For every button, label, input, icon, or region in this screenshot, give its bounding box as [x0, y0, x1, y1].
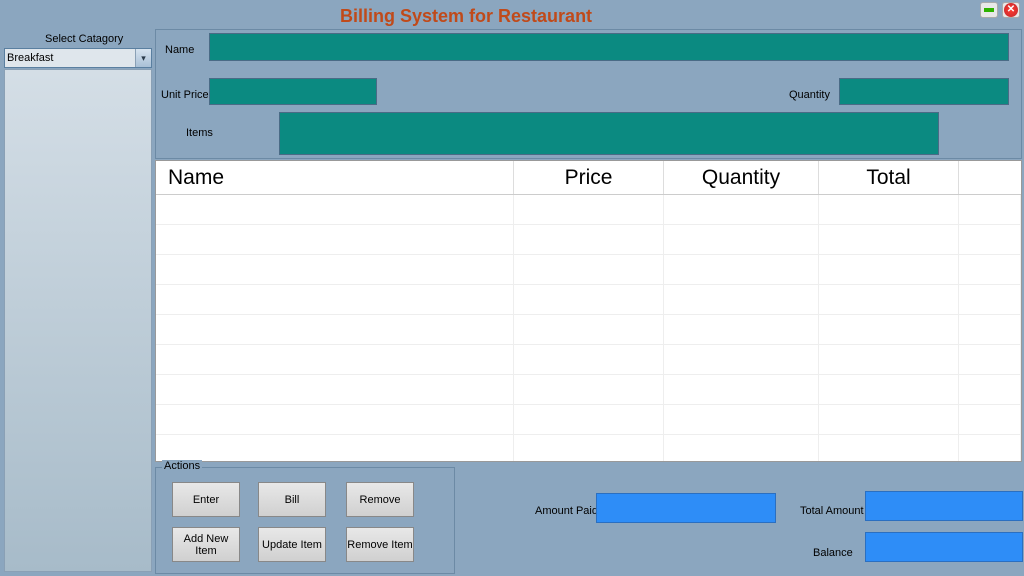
table-row[interactable]: [156, 315, 1021, 345]
column-header-price: Price: [514, 161, 664, 194]
bill-button[interactable]: Bill: [258, 482, 326, 517]
table-row[interactable]: [156, 375, 1021, 405]
actions-group: Actions Enter Bill Remove Add New Item U…: [155, 467, 455, 574]
unit-price-label: Unit Price: [161, 89, 209, 101]
name-field[interactable]: [209, 33, 1009, 61]
quantity-label: Quantity: [789, 89, 830, 101]
add-new-item-button[interactable]: Add New Item: [172, 527, 240, 562]
table-row[interactable]: [156, 345, 1021, 375]
balance-label: Balance: [813, 547, 853, 559]
column-header-name: Name: [156, 161, 514, 194]
unit-price-field[interactable]: [209, 78, 377, 105]
items-field[interactable]: [279, 112, 939, 155]
grid-header: Name Price Quantity Total: [156, 161, 1021, 195]
items-list-panel[interactable]: [4, 69, 152, 572]
total-amount-label: Total Amount: [800, 505, 864, 517]
select-category-label: Select Catagory: [45, 33, 123, 45]
enter-button[interactable]: Enter: [172, 482, 240, 517]
remove-button[interactable]: Remove: [346, 482, 414, 517]
item-form: Name Unit Price Quantity Items: [155, 29, 1022, 159]
name-label: Name: [165, 44, 194, 56]
close-icon: ✕: [1004, 3, 1018, 17]
minimize-icon: [984, 8, 994, 12]
table-row[interactable]: [156, 285, 1021, 315]
total-amount-field[interactable]: [865, 491, 1023, 521]
close-button[interactable]: ✕: [1002, 2, 1020, 18]
window-controls: ✕: [980, 2, 1020, 18]
table-row[interactable]: [156, 435, 1021, 462]
table-row[interactable]: [156, 195, 1021, 225]
category-select[interactable]: Breakfast ▾: [4, 48, 152, 68]
page-title: Billing System for Restaurant: [340, 6, 592, 27]
balance-field[interactable]: [865, 532, 1023, 562]
table-row[interactable]: [156, 225, 1021, 255]
category-selected-value: Breakfast: [7, 52, 53, 64]
table-row[interactable]: [156, 255, 1021, 285]
table-row[interactable]: [156, 405, 1021, 435]
column-header-total: Total: [819, 161, 959, 194]
bill-grid[interactable]: Name Price Quantity Total: [155, 160, 1022, 462]
actions-legend: Actions: [162, 460, 202, 472]
remove-item-button[interactable]: Remove Item: [346, 527, 414, 562]
quantity-field[interactable]: [839, 78, 1009, 105]
amount-paid-label: Amount Paid: [535, 505, 598, 517]
chevron-down-icon: ▾: [135, 49, 151, 67]
update-item-button[interactable]: Update Item: [258, 527, 326, 562]
items-label: Items: [186, 127, 213, 139]
minimize-button[interactable]: [980, 2, 998, 18]
column-header-spacer: [959, 161, 1021, 194]
column-header-quantity: Quantity: [664, 161, 819, 194]
amount-paid-field[interactable]: [596, 493, 776, 523]
